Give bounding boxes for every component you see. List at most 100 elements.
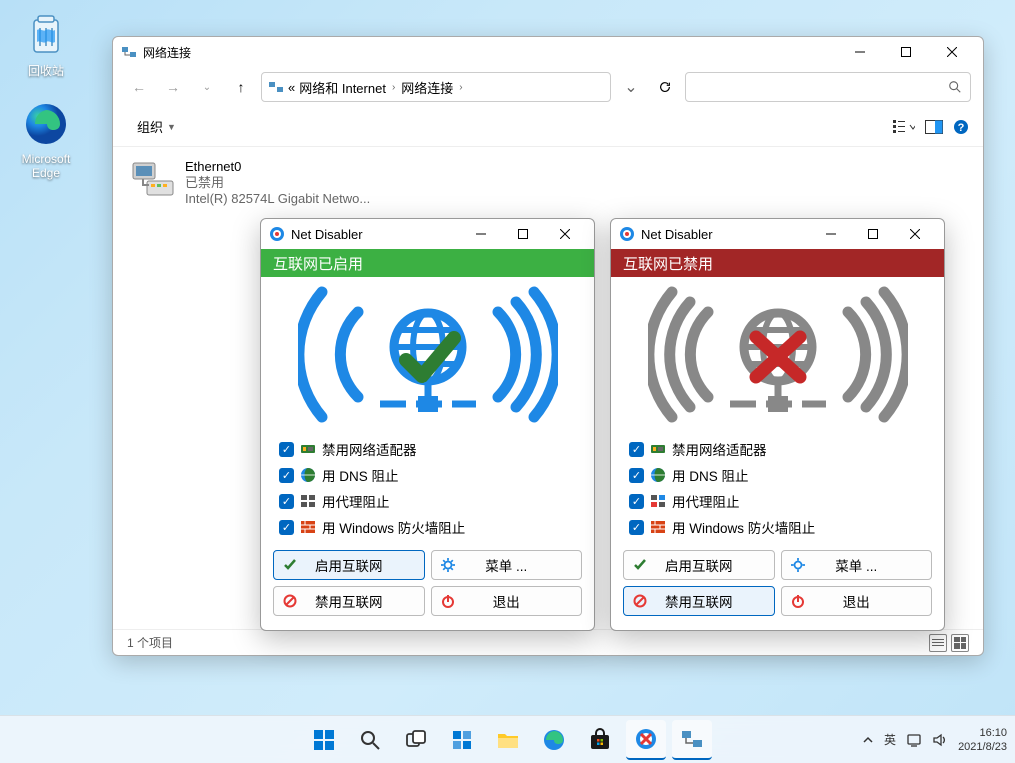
checkbox-checked-icon[interactable]: ✓	[629, 520, 644, 535]
explorer-title: 网络连接	[143, 44, 191, 61]
taskbar-widgets[interactable]	[442, 720, 482, 760]
proxy-option-icon	[650, 493, 666, 509]
nd-enable-button[interactable]: 启用互联网	[623, 550, 775, 580]
address-dropdown[interactable]: ⌄	[617, 73, 645, 101]
dns-option-icon	[650, 467, 666, 483]
taskbar-edge[interactable]	[534, 720, 574, 760]
nav-back-button[interactable]: ←	[125, 73, 153, 101]
taskbar-netdisabler[interactable]	[626, 720, 666, 760]
network-adapter-item[interactable]: Ethernet0 已禁用 Intel(R) 82574L Gigabit Ne…	[123, 153, 403, 213]
checkbox-checked-icon[interactable]: ✓	[629, 442, 644, 457]
nd-menu-button[interactable]: 菜单 ...	[781, 550, 933, 580]
nd-option-adapter[interactable]: ✓ 禁用网络适配器	[629, 436, 926, 462]
svg-text:?: ?	[958, 122, 965, 134]
net-disabler-window-enabled: Net Disabler 互联网已启用 ✓ 禁用网络	[260, 218, 595, 631]
tray-ime[interactable]: 英	[884, 731, 896, 748]
refresh-button[interactable]	[651, 73, 679, 101]
net-disabler-window-disabled: Net Disabler 互联网已禁用 ✓ 禁用网络	[610, 218, 945, 631]
nd-option-firewall[interactable]: ✓ 用 Windows 防火墙阻止	[279, 514, 576, 540]
checkbox-checked-icon[interactable]: ✓	[279, 468, 294, 483]
close-button[interactable]	[929, 37, 975, 67]
chevron-right-icon[interactable]: ›	[390, 82, 397, 93]
maximize-button[interactable]	[883, 37, 929, 67]
view-options-button[interactable]	[893, 119, 915, 135]
nav-up-button[interactable]: ↑	[227, 73, 255, 101]
adapter-name: Ethernet0	[185, 159, 370, 175]
check-icon	[282, 557, 298, 573]
address-bar[interactable]: « 网络和 Internet › 网络连接 ›	[261, 72, 611, 102]
prohibit-icon	[282, 593, 298, 609]
adapter-option-icon	[650, 441, 666, 457]
nd-exit-button[interactable]: 退出	[781, 586, 933, 616]
tray-chevron-up[interactable]	[862, 734, 874, 746]
checkbox-checked-icon[interactable]: ✓	[629, 468, 644, 483]
icons-view-button[interactable]	[951, 634, 969, 652]
nd-option-proxy[interactable]: ✓ 用代理阻止	[629, 488, 926, 514]
nd-enable-button[interactable]: 启用互联网	[273, 550, 425, 580]
search-icon	[948, 80, 962, 94]
nd-graphic-disabled	[611, 277, 944, 432]
ethernet-adapter-icon	[129, 159, 177, 199]
desktop-icon-label: 回收站	[10, 62, 82, 79]
nav-forward-button[interactable]: →	[159, 73, 187, 101]
start-button[interactable]	[304, 720, 344, 760]
nd-status-banner: 互联网已禁用	[611, 249, 944, 277]
checkbox-checked-icon[interactable]: ✓	[629, 494, 644, 509]
minimize-button[interactable]	[810, 219, 852, 249]
minimize-button[interactable]	[460, 219, 502, 249]
close-button[interactable]	[544, 219, 586, 249]
edge-icon	[22, 100, 70, 148]
taskbar-taskview[interactable]	[396, 720, 436, 760]
preview-pane-button[interactable]	[925, 120, 943, 134]
checkbox-checked-icon[interactable]: ✓	[279, 520, 294, 535]
organize-button[interactable]: 组织 ▼	[127, 113, 186, 140]
breadcrumb-root[interactable]: 网络和 Internet	[299, 78, 386, 97]
taskbar-explorer[interactable]	[488, 720, 528, 760]
nd-disable-button[interactable]: 禁用互联网	[273, 586, 425, 616]
details-view-button[interactable]	[929, 634, 947, 652]
minimize-button[interactable]	[837, 37, 883, 67]
taskbar-store[interactable]	[580, 720, 620, 760]
chevron-right-icon[interactable]: ›	[457, 82, 464, 93]
tray-clock[interactable]: 16:10 2021/8/23	[958, 726, 1007, 754]
nd-disable-button[interactable]: 禁用互联网	[623, 586, 775, 616]
taskbar-search[interactable]	[350, 720, 390, 760]
nd-title: Net Disabler	[291, 227, 363, 242]
nd-option-dns[interactable]: ✓ 用 DNS 阻止	[279, 462, 576, 488]
tray-network-icon[interactable]	[906, 732, 922, 748]
nd-graphic-enabled	[261, 277, 594, 432]
adapter-option-icon	[300, 441, 316, 457]
prohibit-icon	[632, 593, 648, 609]
nd-app-icon	[269, 226, 285, 242]
nav-recent-dropdown[interactable]: ⌄	[193, 73, 221, 101]
nd-option-adapter[interactable]: ✓ 禁用网络适配器	[279, 436, 576, 462]
tray-volume-icon[interactable]	[932, 732, 948, 748]
nd-menu-button[interactable]: 菜单 ...	[431, 550, 583, 580]
nd-option-dns[interactable]: ✓ 用 DNS 阻止	[629, 462, 926, 488]
nd-titlebar[interactable]: Net Disabler	[611, 219, 944, 249]
desktop-edge[interactable]: Microsoft Edge	[10, 100, 82, 180]
gear-icon	[440, 557, 456, 573]
breadcrumb-current[interactable]: 网络连接	[401, 78, 453, 97]
status-item-count: 1 个项目	[127, 634, 173, 651]
explorer-titlebar[interactable]: 网络连接	[113, 37, 983, 67]
proxy-option-icon	[300, 493, 316, 509]
checkbox-checked-icon[interactable]: ✓	[279, 442, 294, 457]
close-button[interactable]	[894, 219, 936, 249]
nd-option-proxy[interactable]: ✓ 用代理阻止	[279, 488, 576, 514]
taskbar-network-connections[interactable]	[672, 720, 712, 760]
checkbox-checked-icon[interactable]: ✓	[279, 494, 294, 509]
search-input[interactable]	[685, 72, 971, 102]
desktop-recycle-bin[interactable]: 回收站	[10, 10, 82, 79]
check-icon	[632, 557, 648, 573]
chevron-down-icon: ▼	[167, 122, 176, 132]
nd-option-firewall[interactable]: ✓ 用 Windows 防火墙阻止	[629, 514, 926, 540]
nd-titlebar[interactable]: Net Disabler	[261, 219, 594, 249]
firewall-option-icon	[300, 519, 316, 535]
power-icon	[790, 593, 806, 609]
maximize-button[interactable]	[852, 219, 894, 249]
nd-exit-button[interactable]: 退出	[431, 586, 583, 616]
maximize-button[interactable]	[502, 219, 544, 249]
dns-option-icon	[300, 467, 316, 483]
help-button[interactable]: ?	[953, 119, 969, 135]
